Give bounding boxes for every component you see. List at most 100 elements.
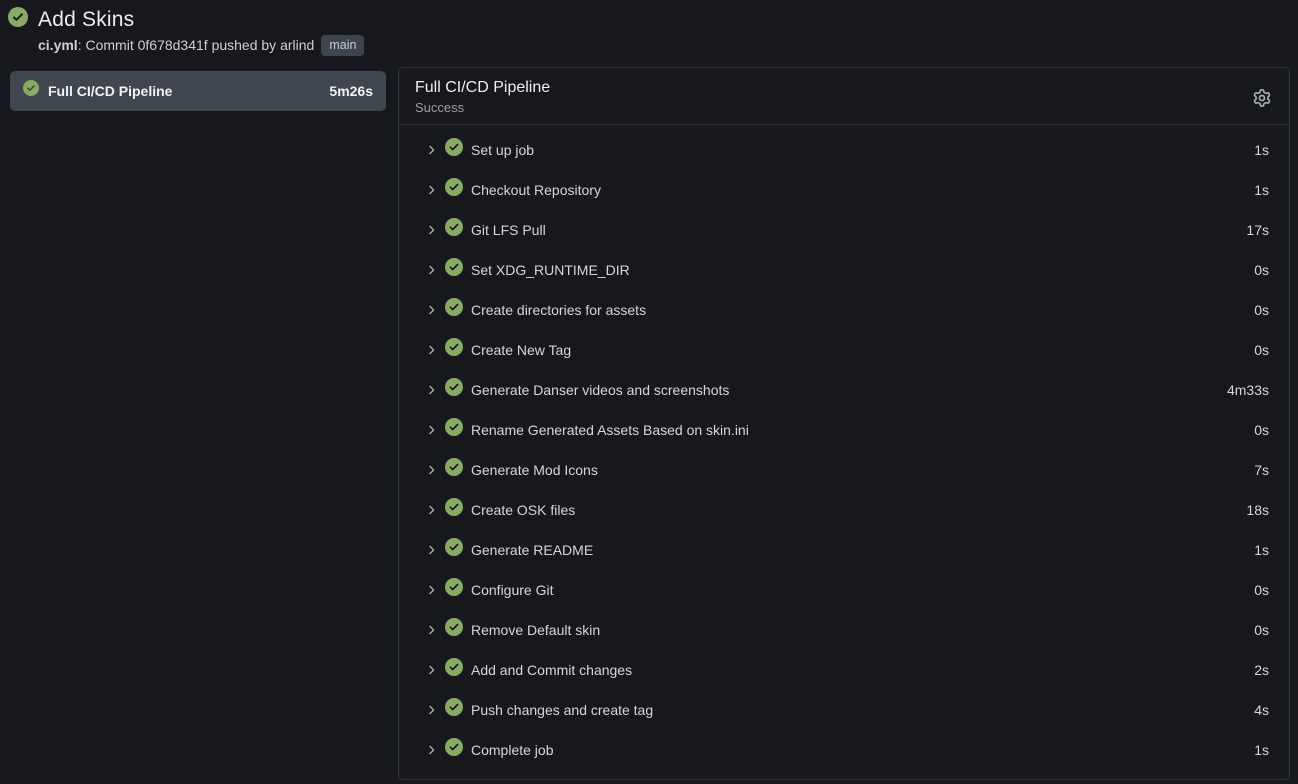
- commit-word: Commit: [85, 37, 137, 53]
- step-label: Checkout Repository: [471, 182, 1254, 198]
- chevron-right-icon[interactable]: [423, 342, 439, 358]
- step-label: Git LFS Pull: [471, 222, 1246, 238]
- gear-icon: [1253, 89, 1271, 107]
- step-label: Create directories for assets: [471, 302, 1254, 318]
- panel-header: Full CI/CD Pipeline Success: [399, 68, 1289, 125]
- chevron-right-icon[interactable]: [423, 302, 439, 318]
- step-success-check-circle-icon: [445, 458, 471, 481]
- step-duration: 0s: [1254, 342, 1269, 358]
- step-label: Set XDG_RUNTIME_DIR: [471, 262, 1254, 278]
- step-success-check-circle-icon: [445, 578, 471, 601]
- step-label: Rename Generated Assets Based on skin.in…: [471, 422, 1254, 438]
- chevron-right-icon[interactable]: [423, 542, 439, 558]
- step-row[interactable]: Generate Mod Icons 7s: [399, 450, 1289, 490]
- actor-link[interactable]: arlind: [280, 37, 314, 53]
- step-label: Set up job: [471, 142, 1254, 158]
- step-row[interactable]: Set XDG_RUNTIME_DIR 0s: [399, 250, 1289, 290]
- step-duration: 7s: [1254, 462, 1269, 478]
- step-success-check-circle-icon: [445, 378, 471, 401]
- step-duration: 17s: [1246, 222, 1269, 238]
- subtitle-separator: :: [78, 37, 86, 53]
- step-row[interactable]: Configure Git 0s: [399, 570, 1289, 610]
- run-subtitle: ci.yml: Commit 0f678d341f pushed by arli…: [38, 35, 1288, 56]
- step-success-check-circle-icon: [445, 338, 471, 361]
- step-label: Configure Git: [471, 582, 1254, 598]
- branch-badge[interactable]: main: [321, 35, 364, 56]
- step-row[interactable]: Create directories for assets 0s: [399, 290, 1289, 330]
- job-success-check-circle-icon: [23, 80, 39, 101]
- chevron-right-icon[interactable]: [423, 662, 439, 678]
- chevron-right-icon[interactable]: [423, 462, 439, 478]
- step-duration: 4s: [1254, 702, 1269, 718]
- step-success-check-circle-icon: [445, 418, 471, 441]
- step-success-check-circle-icon: [445, 138, 471, 161]
- step-success-check-circle-icon: [445, 178, 471, 201]
- step-duration: 0s: [1254, 582, 1269, 598]
- step-row[interactable]: Rename Generated Assets Based on skin.in…: [399, 410, 1289, 450]
- step-success-check-circle-icon: [445, 498, 471, 521]
- chevron-right-icon[interactable]: [423, 502, 439, 518]
- step-row[interactable]: Checkout Repository 1s: [399, 170, 1289, 210]
- panel-job-title: Full CI/CD Pipeline: [415, 79, 1249, 97]
- workflow-file-name: ci.yml: [38, 37, 78, 53]
- step-label: Generate Danser videos and screenshots: [471, 382, 1227, 398]
- step-success-check-circle-icon: [445, 298, 471, 321]
- step-row[interactable]: Git LFS Pull 17s: [399, 210, 1289, 250]
- step-label: Create OSK files: [471, 502, 1246, 518]
- step-label: Complete job: [471, 742, 1254, 758]
- chevron-right-icon[interactable]: [423, 702, 439, 718]
- step-duration: 0s: [1254, 262, 1269, 278]
- step-row[interactable]: Push changes and create tag 4s: [399, 690, 1289, 730]
- step-label: Push changes and create tag: [471, 702, 1254, 718]
- step-duration: 1s: [1254, 142, 1269, 158]
- sidebar-job-item[interactable]: Full CI/CD Pipeline 5m26s: [10, 71, 386, 111]
- step-row[interactable]: Create OSK files 18s: [399, 490, 1289, 530]
- step-row[interactable]: Add and Commit changes 2s: [399, 650, 1289, 690]
- job-duration: 5m26s: [329, 83, 373, 99]
- step-duration: 1s: [1254, 742, 1269, 758]
- step-label: Generate README: [471, 542, 1254, 558]
- step-success-check-circle-icon: [445, 538, 471, 561]
- steps-list: Set up job 1s Checkout Repository 1s Git…: [399, 125, 1289, 774]
- step-row[interactable]: Generate Danser videos and screenshots 4…: [399, 370, 1289, 410]
- chevron-right-icon[interactable]: [423, 622, 439, 638]
- job-detail-panel-wrap: Full CI/CD Pipeline Success Set up job 1…: [398, 67, 1290, 780]
- step-success-check-circle-icon: [445, 618, 471, 641]
- job-name: Full CI/CD Pipeline: [48, 83, 320, 99]
- step-success-check-circle-icon: [445, 698, 471, 721]
- run-status-check-circle-icon: [8, 7, 28, 32]
- step-label: Add and Commit changes: [471, 662, 1254, 678]
- step-duration: 1s: [1254, 182, 1269, 198]
- step-label: Generate Mod Icons: [471, 462, 1254, 478]
- step-success-check-circle-icon: [445, 218, 471, 241]
- run-title: Add Skins: [38, 8, 134, 32]
- jobs-sidebar: Full CI/CD Pipeline 5m26s: [0, 67, 398, 111]
- step-duration: 2s: [1254, 662, 1269, 678]
- step-success-check-circle-icon: [445, 258, 471, 281]
- step-duration: 18s: [1246, 502, 1269, 518]
- step-duration: 1s: [1254, 542, 1269, 558]
- step-row[interactable]: Set up job 1s: [399, 130, 1289, 170]
- pushed-by-text: pushed by: [208, 37, 280, 53]
- content-area: Full CI/CD Pipeline 5m26s Full CI/CD Pip…: [0, 67, 1298, 780]
- step-row[interactable]: Remove Default skin 0s: [399, 610, 1289, 650]
- chevron-right-icon[interactable]: [423, 182, 439, 198]
- chevron-right-icon[interactable]: [423, 742, 439, 758]
- step-row[interactable]: Create New Tag 0s: [399, 330, 1289, 370]
- step-duration: 0s: [1254, 422, 1269, 438]
- commit-hash-link[interactable]: 0f678d341f: [138, 37, 208, 53]
- step-row[interactable]: Complete job 1s: [399, 730, 1289, 770]
- step-row[interactable]: Generate README 1s: [399, 530, 1289, 570]
- job-settings-gear-button[interactable]: [1249, 85, 1275, 111]
- chevron-right-icon[interactable]: [423, 422, 439, 438]
- chevron-right-icon[interactable]: [423, 142, 439, 158]
- step-duration: 0s: [1254, 622, 1269, 638]
- panel-job-status: Success: [415, 100, 1249, 115]
- chevron-right-icon[interactable]: [423, 582, 439, 598]
- chevron-right-icon[interactable]: [423, 222, 439, 238]
- step-duration: 0s: [1254, 302, 1269, 318]
- step-duration: 4m33s: [1227, 382, 1269, 398]
- chevron-right-icon[interactable]: [423, 262, 439, 278]
- run-header: Add Skins ci.yml: Commit 0f678d341f push…: [0, 0, 1298, 64]
- chevron-right-icon[interactable]: [423, 382, 439, 398]
